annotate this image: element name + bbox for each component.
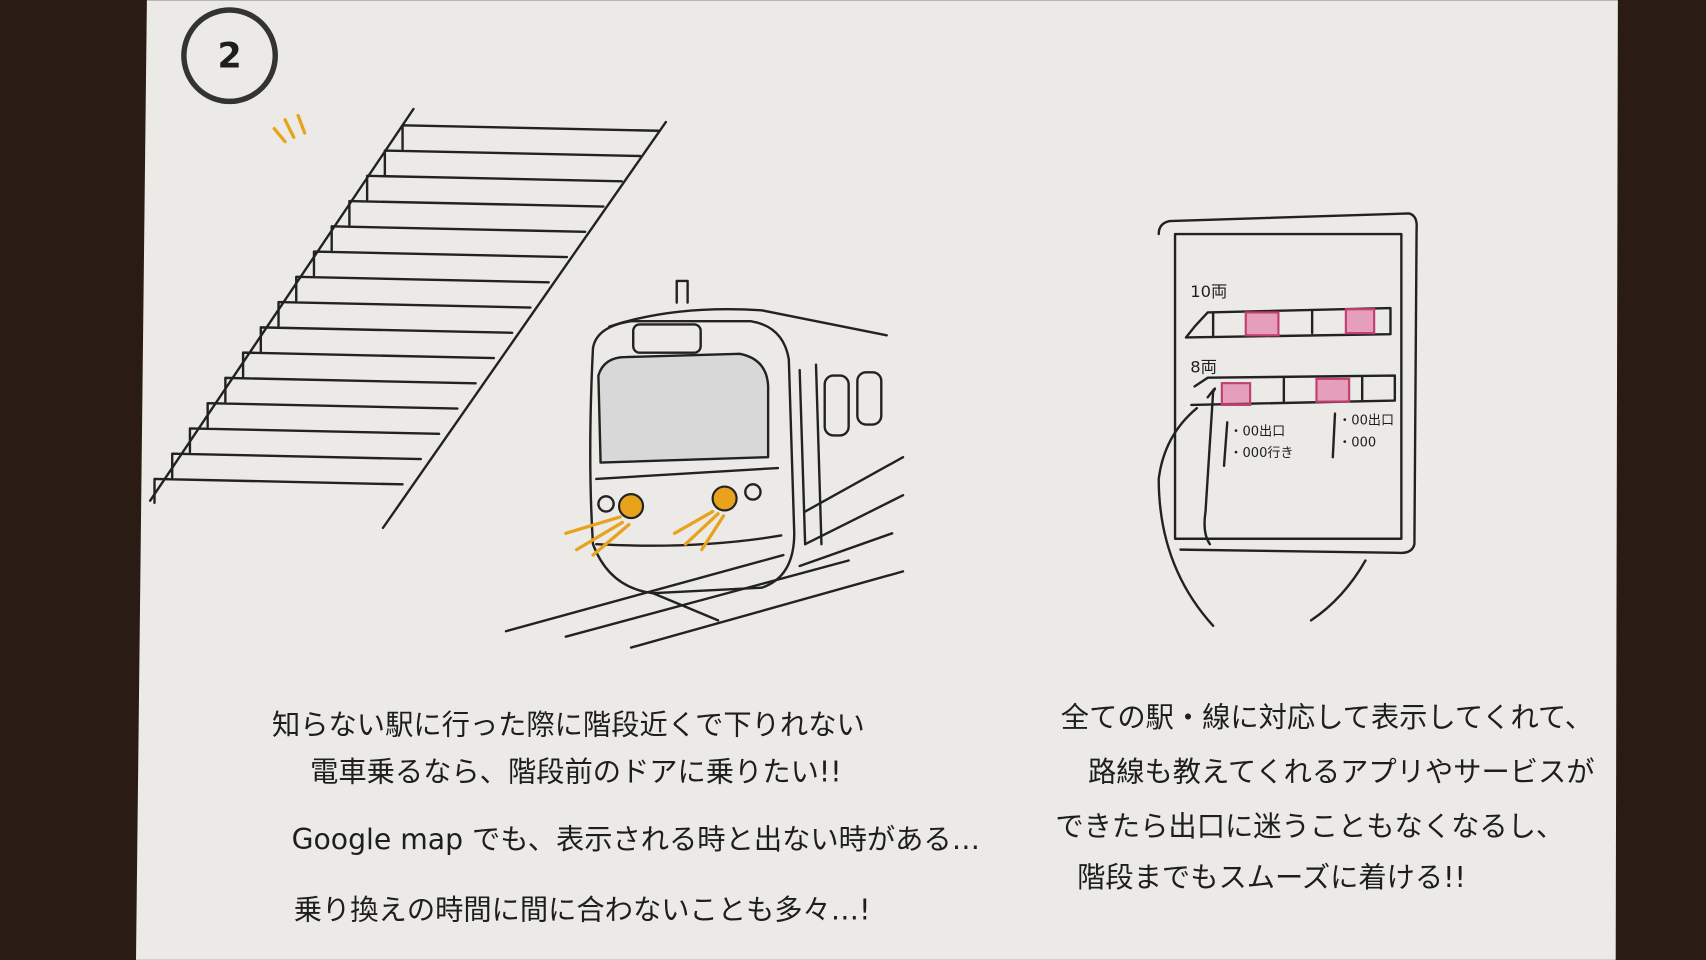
note-line: 乗り換えの時間に間に合わないことも多々…! <box>294 894 871 927</box>
sketch-photo: 2 10両 8両 ・00出口 ・000行き ・00出口 ・000 知らない駅に行… <box>0 0 1706 960</box>
note-line: 電車乗るなら、階段前のドアに乗りたい!! <box>310 755 841 788</box>
page-number: 2 <box>217 37 241 77</box>
note-line: 知らない駅に行った際に階段近くで下りれない <box>272 709 865 742</box>
train-10-cars-label: 10両 <box>1190 282 1227 301</box>
destination-info: ・000 <box>1338 435 1376 450</box>
note-line: 階段までもスムーズに着ける!! <box>1077 861 1466 894</box>
note-line: できたら出口に迷うこともなくなるし、 <box>1055 810 1564 843</box>
exit-info: ・00出口 <box>1229 424 1285 439</box>
exit-info: ・00出口 <box>1338 414 1394 429</box>
destination-info: ・000行き <box>1229 446 1293 461</box>
note-line: Google map でも、表示される時と出ない時がある… <box>292 823 980 856</box>
note-line: 路線も教えてくれるアプリやサービスが <box>1088 755 1595 788</box>
train-8-cars-label: 8両 <box>1190 357 1217 376</box>
note-line: 全ての駅・線に対応して表示してくれて、 <box>1061 701 1593 734</box>
